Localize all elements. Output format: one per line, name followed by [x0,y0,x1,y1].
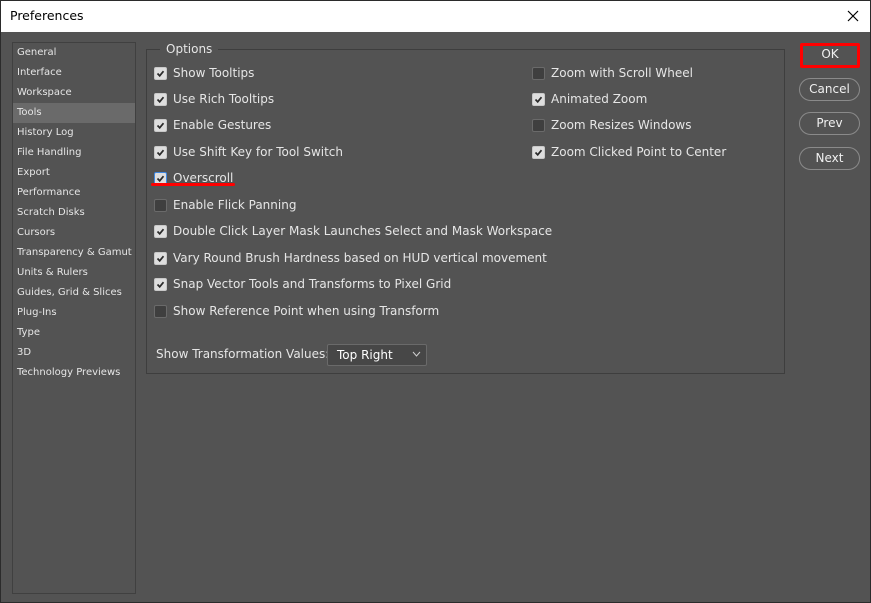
show-reference-point-when-using-transform-label: Show Reference Point when using Transfor… [173,304,440,318]
prev-button[interactable]: Prev [799,112,860,135]
enable-gestures-label: Enable Gestures [173,118,272,132]
sidebar-item-units-rulers[interactable]: Units & Rulers [13,263,135,283]
use-shift-key-for-tool-switch-label: Use Shift Key for Tool Switch [173,145,344,159]
use-shift-key-for-tool-switch-checkbox[interactable] [154,145,167,159]
option-use-shift-key-for-tool-switch[interactable]: Use Shift Key for Tool Switch [154,143,343,161]
animated-zoom-label: Animated Zoom [551,92,648,106]
next-button[interactable]: Next [799,147,860,170]
transformation-values-value: Top Right [337,348,393,362]
sidebar-item-workspace[interactable]: Workspace [13,83,135,103]
enable-flick-panning-checkbox[interactable] [154,198,167,212]
checkmark-icon [156,148,165,157]
sidebar-item-general[interactable]: General [13,43,135,63]
title-bar: Preferences [1,1,870,32]
sidebar-item-history-log[interactable]: History Log [13,123,135,143]
double-click-layer-mask-launches-select-and-mask-workspace-label: Double Click Layer Mask Launches Select … [173,224,553,238]
option-show-tooltips[interactable]: Show Tooltips [154,64,254,82]
sidebar-item-technology-previews[interactable]: Technology Previews [13,363,135,383]
checkmark-icon [156,121,165,130]
zoom-clicked-point-to-center-checkbox[interactable] [532,145,545,159]
animated-zoom-checkbox[interactable] [532,92,545,106]
zoom-resizes-windows-checkbox[interactable] [532,118,545,132]
vary-round-brush-hardness-based-on-hud-vertical-movement-label: Vary Round Brush Hardness based on HUD v… [173,251,547,265]
close-icon [847,10,859,22]
option-double-click-layer-mask-launches-select-and-mask-workspace[interactable]: Double Click Layer Mask Launches Select … [154,222,552,240]
use-rich-tooltips-checkbox[interactable] [154,92,167,106]
enable-gestures-checkbox[interactable] [154,118,167,132]
option-vary-round-brush-hardness-based-on-hud-vertical-movement[interactable]: Vary Round Brush Hardness based on HUD v… [154,249,547,267]
preferences-dialog: Preferences General Interface Workspace Too… [0,0,871,603]
option-enable-gestures[interactable]: Enable Gestures [154,116,271,134]
option-animated-zoom[interactable]: Animated Zoom [532,90,647,108]
vary-round-brush-hardness-based-on-hud-vertical-movement-checkbox[interactable] [154,251,167,265]
checkmark-icon [156,227,165,236]
checkmark-icon [534,148,543,157]
snap-vector-tools-and-transforms-to-pixel-grid-label: Snap Vector Tools and Transforms to Pixe… [173,277,452,291]
zoom-resizes-windows-label: Zoom Resizes Windows [551,118,692,132]
checkmark-icon [156,95,165,104]
show-tooltips-label: Show Tooltips [173,66,255,80]
double-click-layer-mask-launches-select-and-mask-workspace-checkbox[interactable] [154,224,167,238]
option-snap-vector-tools-and-transforms-to-pixel-grid[interactable]: Snap Vector Tools and Transforms to Pixe… [154,275,451,293]
sidebar-item-export[interactable]: Export [13,163,135,183]
sidebar-item-guides-grid-slices[interactable]: Guides, Grid & Slices [13,283,135,303]
option-zoom-clicked-point-to-center[interactable]: Zoom Clicked Point to Center [532,143,726,161]
show-tooltips-checkbox[interactable] [154,66,167,80]
zoom-with-scroll-wheel-label: Zoom with Scroll Wheel [551,66,693,80]
window-title: Preferences [10,8,84,23]
sidebar: General Interface Workspace Tools History Lo… [12,42,136,594]
ok-button[interactable]: OK [800,43,860,68]
sidebar-item-performance[interactable]: Performance [13,183,135,203]
cancel-button[interactable]: Cancel [799,78,860,101]
sidebar-item-plug-ins[interactable]: Plug-Ins [13,303,135,323]
show-reference-point-when-using-transform-checkbox[interactable] [154,304,167,318]
option-zoom-with-scroll-wheel[interactable]: Zoom with Scroll Wheel [532,64,693,82]
checkmark-icon [534,95,543,104]
snap-vector-tools-and-transforms-to-pixel-grid-checkbox[interactable] [154,277,167,291]
use-rich-tooltips-label: Use Rich Tooltips [173,92,275,106]
checkmark-icon [156,280,165,289]
zoom-with-scroll-wheel-checkbox[interactable] [532,66,545,80]
sidebar-item-file-handling[interactable]: File Handling [13,143,135,163]
sidebar-item-transparency-gamut[interactable]: Transparency & Gamut [13,243,135,263]
zoom-clicked-point-to-center-label: Zoom Clicked Point to Center [551,145,727,159]
option-zoom-resizes-windows[interactable]: Zoom Resizes Windows [532,116,692,134]
option-use-rich-tooltips[interactable]: Use Rich Tooltips [154,90,274,108]
sidebar-item-cursors[interactable]: Cursors [13,223,135,243]
sidebar-item-type[interactable]: Type [13,323,135,343]
option-enable-flick-panning[interactable]: Enable Flick Panning [154,196,296,214]
enable-flick-panning-label: Enable Flick Panning [173,198,297,212]
checkmark-icon [156,174,165,183]
overscroll-annotation-underline [151,183,235,186]
chevron-down-icon [412,347,421,367]
sidebar-item-scratch-disks[interactable]: Scratch Disks [13,203,135,223]
checkmark-icon [156,254,165,263]
transformation-values-select[interactable]: Top Right [327,344,427,366]
option-show-reference-point-when-using-transform[interactable]: Show Reference Point when using Transfor… [154,302,439,320]
close-button[interactable] [842,5,864,27]
checkmark-icon [156,69,165,78]
sidebar-item-interface[interactable]: Interface [13,63,135,83]
sidebar-item-tools[interactable]: Tools [13,103,135,123]
transformation-values-label: Show Transformation Values: [156,347,330,361]
options-legend: Options [160,42,219,56]
sidebar-item-3d[interactable]: 3D [13,343,135,363]
